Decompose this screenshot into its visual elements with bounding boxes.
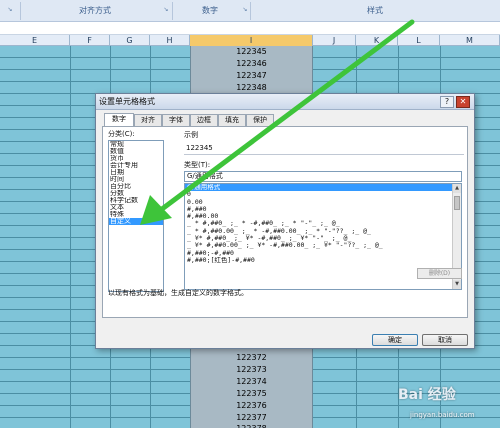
close-button[interactable]: ✕ xyxy=(456,96,470,108)
cell-value[interactable]: 122376 xyxy=(190,400,313,411)
cell-value[interactable]: 122347 xyxy=(190,70,313,81)
category-item[interactable]: 时间 xyxy=(109,176,163,183)
sample-value: 122345 xyxy=(186,144,213,152)
ribbon-group-number: 数字 xyxy=(202,6,218,15)
category-list[interactable]: 常规 数值 货币 会计专用 日期 时间 百分比 分数 科学记数 文本 特殊 自定… xyxy=(108,140,164,292)
cell-value[interactable]: 122345 xyxy=(190,46,313,57)
tab-protection[interactable]: 保护 xyxy=(246,114,274,126)
column-header-l[interactable]: L xyxy=(398,35,440,46)
cell-value[interactable]: 122346 xyxy=(190,58,313,69)
category-item[interactable]: 百分比 xyxy=(109,183,163,190)
grid-line xyxy=(70,46,71,428)
cell-value[interactable]: 122374 xyxy=(190,376,313,387)
type-item[interactable]: 0 xyxy=(185,191,461,198)
column-header-row: E F G H I J K L M xyxy=(0,35,500,46)
cell-value[interactable]: 122348 xyxy=(190,82,313,93)
type-item[interactable]: _ ¥* #,##0_ ;_ ¥* -#,##0_ ;_ ¥* "-"_ ;_ … xyxy=(185,235,461,242)
cell-value[interactable]: 122372 xyxy=(190,352,313,363)
category-item-selected[interactable]: 自定义 xyxy=(109,218,163,225)
baidu-jingyan-watermark: Bai 经验 jingyan.baidu.com xyxy=(390,384,500,428)
scroll-up-icon[interactable]: ▲ xyxy=(453,184,461,193)
column-header-i[interactable]: I xyxy=(190,35,313,46)
scroll-thumb[interactable] xyxy=(454,196,460,210)
type-item[interactable]: #,##0 xyxy=(185,206,461,213)
alignment-launcher-icon[interactable]: ↘ xyxy=(162,6,170,14)
cell-value[interactable]: 122375 xyxy=(190,388,313,399)
formula-bar[interactable] xyxy=(0,23,500,35)
ribbon-group-bar: ↘ 对齐方式 ↘ 数字 ↘ 样式 xyxy=(0,0,500,22)
type-item[interactable]: #,##0;-#,##0 xyxy=(185,250,461,257)
tab-alignment[interactable]: 对齐 xyxy=(134,114,162,126)
ribbon-group-styles: 样式 xyxy=(367,6,383,15)
type-item[interactable]: _ * #,##0_ ;_ * -#,##0_ ;_ * "-"_ ;_ @_ xyxy=(185,220,461,227)
category-item[interactable]: 日期 xyxy=(109,169,163,176)
ok-button[interactable]: 确定 xyxy=(372,334,418,346)
type-item[interactable]: _ ¥* #,##0.00_ ;_ ¥* -#,##0.00_ ;_ ¥* "-… xyxy=(185,242,461,249)
tab-fill[interactable]: 填充 xyxy=(218,114,246,126)
sample-box: 122345 xyxy=(184,141,464,155)
type-item[interactable]: _ * #,##0.00_ ;_ * -#,##0.00_ ;_ * "-"??… xyxy=(185,228,461,235)
tab-number[interactable]: 数字 xyxy=(104,113,134,127)
type-item[interactable]: 0.00 xyxy=(185,199,461,206)
launcher-icon[interactable]: ↘ xyxy=(6,6,14,14)
tab-font[interactable]: 字体 xyxy=(162,114,190,126)
column-header-g[interactable]: G xyxy=(110,35,150,46)
category-item[interactable]: 特殊 xyxy=(109,211,163,218)
ribbon-group-alignment: 对齐方式 xyxy=(79,6,111,15)
type-item[interactable]: #,##0.00 xyxy=(185,213,461,220)
help-button[interactable]: ? xyxy=(440,96,454,108)
dialog-title: 设置单元格格式 xyxy=(99,97,155,106)
dialog-title-bar[interactable]: 设置单元格格式 ? ✕ xyxy=(96,94,474,110)
category-item[interactable]: 数值 xyxy=(109,148,163,155)
category-item[interactable]: 货币 xyxy=(109,155,163,162)
category-item[interactable]: 会计专用 xyxy=(109,162,163,169)
column-header-f[interactable]: F xyxy=(70,35,110,46)
column-header-e[interactable]: E xyxy=(0,35,70,46)
column-header-k[interactable]: K xyxy=(356,35,398,46)
column-header-j[interactable]: J xyxy=(313,35,356,46)
cell-value[interactable]: 122373 xyxy=(190,364,313,375)
cancel-button[interactable]: 取消 xyxy=(422,334,468,346)
tab-border[interactable]: 边框 xyxy=(190,114,218,126)
column-header-h[interactable]: H xyxy=(150,35,190,46)
format-cells-dialog: 设置单元格格式 ? ✕ 数字 对齐 字体 边框 填充 保护 分类(C): 常规 … xyxy=(95,93,475,349)
watermark-logo: Bai 经验 xyxy=(398,387,456,403)
cell-value[interactable]: 122377 xyxy=(190,412,313,423)
type-label: 类型(T): xyxy=(184,161,211,169)
format-description: 以现有格式为基础，生成自定义的数字格式。 xyxy=(108,289,248,297)
sample-label: 示例 xyxy=(184,131,198,139)
category-item[interactable]: 分数 xyxy=(109,190,163,197)
category-item[interactable]: 常规 xyxy=(109,141,163,148)
type-item[interactable]: #,##0;[红色]-#,##0 xyxy=(185,257,461,264)
category-label: 分类(C): xyxy=(108,130,135,138)
category-item[interactable]: 科学记数 xyxy=(109,197,163,204)
cell-value[interactable]: 122378 xyxy=(190,423,313,428)
watermark-url: jingyan.baidu.com xyxy=(410,411,475,419)
number-launcher-icon[interactable]: ↘ xyxy=(241,6,249,14)
category-item[interactable]: 文本 xyxy=(109,204,163,211)
type-item-selected[interactable]: G/通用格式 xyxy=(185,184,461,192)
type-input[interactable]: G/通用格式 xyxy=(184,171,462,182)
column-header-m[interactable]: M xyxy=(440,35,500,46)
scroll-down-icon[interactable]: ▼ xyxy=(453,280,461,289)
delete-button[interactable]: 删除(D) xyxy=(417,268,462,279)
